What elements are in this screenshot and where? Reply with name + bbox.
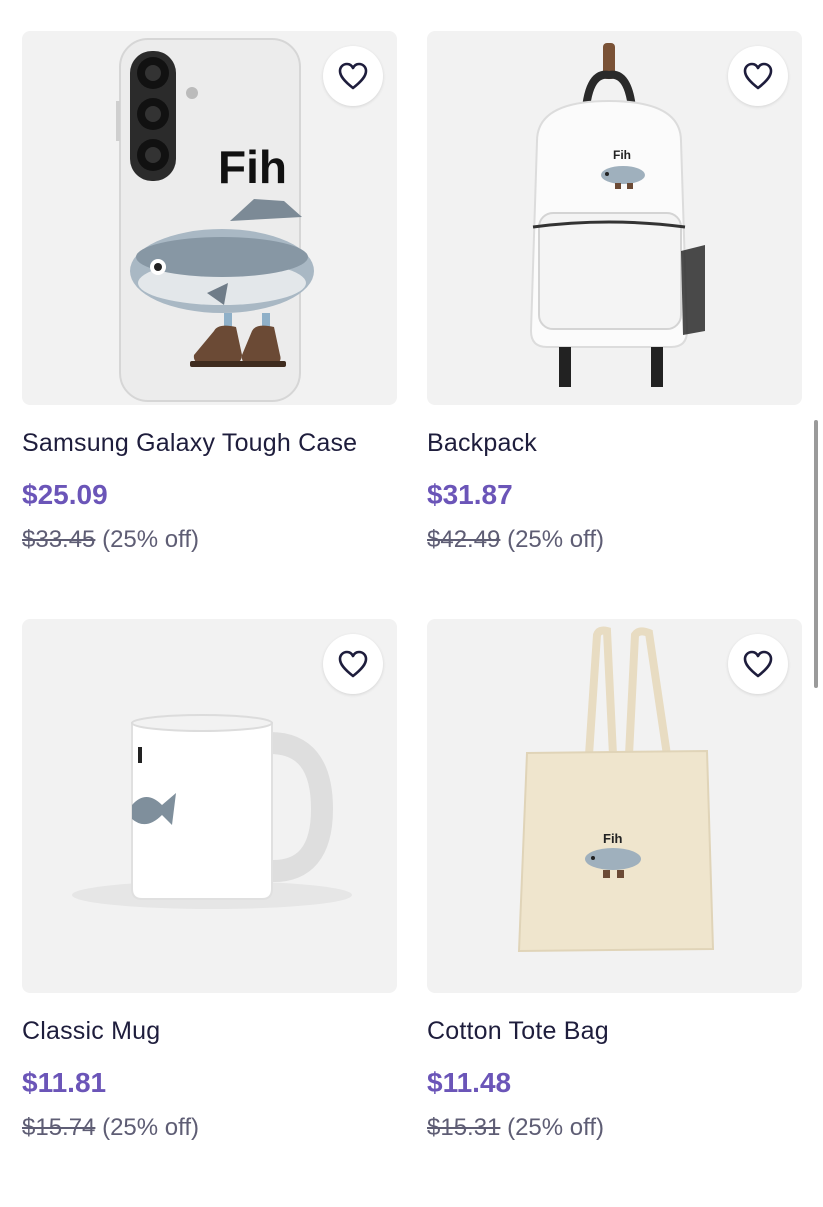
product-price: $11.48 [427,1067,512,1098]
product-image[interactable]: Fih [427,619,802,993]
product-image[interactable]: Fih [22,31,397,405]
product-image[interactable]: Fih [427,31,802,405]
original-price: $15.74 [22,1114,96,1141]
original-price-row: $42.49 (25% off) [427,525,802,555]
design-text: Fih [603,831,623,846]
design-text: Fih [218,141,287,193]
product-title[interactable]: Classic Mug [22,1016,397,1046]
product-price: $25.09 [22,479,108,510]
design-text: Fih [613,148,631,162]
original-price-row: $15.31 (25% off) [427,1113,802,1143]
product-grid: Fih Samsung Galaxy Tough Case $25.09 $33… [22,31,802,1207]
discount-label: (25% off) [102,526,200,553]
scrollbar[interactable] [814,420,818,688]
favorite-button[interactable] [323,46,383,106]
original-price: $42.49 [427,526,501,553]
discount-label: (25% off) [102,1114,200,1141]
original-price-row: $33.45 (25% off) [22,525,397,555]
heart-outline-icon [743,650,773,678]
product-price: $11.81 [22,1067,107,1098]
product-title[interactable]: Samsung Galaxy Tough Case [22,428,397,458]
product-card[interactable]: Fih Backpack $31.87 $42.49 (25% off) [427,31,802,619]
discount-label: (25% off) [507,526,605,553]
discount-label: (25% off) [507,1114,605,1141]
original-price-row: $15.74 (25% off) [22,1113,397,1143]
product-card[interactable]: Fih Samsung Galaxy Tough Case $25.09 $33… [22,31,397,619]
product-price: $31.87 [427,479,513,510]
product-image[interactable] [22,619,397,993]
original-price: $15.31 [427,1114,501,1141]
heart-outline-icon [338,62,368,90]
favorite-button[interactable] [728,634,788,694]
favorite-button[interactable] [323,634,383,694]
favorite-button[interactable] [728,46,788,106]
original-price: $33.45 [22,526,96,553]
heart-outline-icon [338,650,368,678]
product-card[interactable]: Classic Mug $11.81 $15.74 (25% off) [22,619,397,1207]
product-card[interactable]: Fih Cotton Tote Bag $11.48 $15.31 (25% o… [427,619,802,1207]
heart-outline-icon [743,62,773,90]
product-title[interactable]: Backpack [427,428,802,458]
product-title[interactable]: Cotton Tote Bag [427,1016,802,1046]
